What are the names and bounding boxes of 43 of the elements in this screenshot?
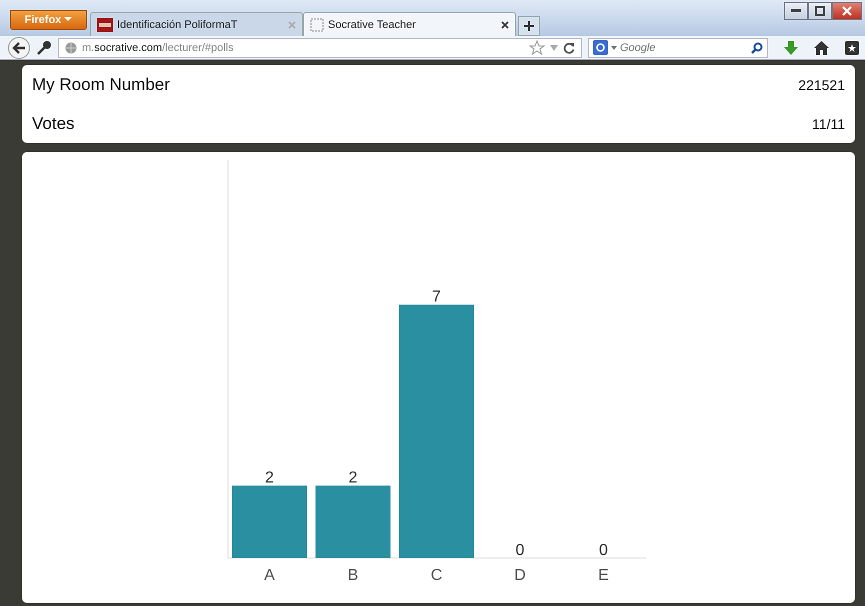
site-favicon bbox=[97, 18, 113, 32]
star-icon[interactable] bbox=[529, 40, 545, 56]
close-icon bbox=[842, 6, 852, 16]
room-number: 221521 bbox=[798, 76, 845, 92]
bookmarks-icon[interactable] bbox=[845, 40, 859, 55]
reload-icon[interactable] bbox=[563, 42, 575, 54]
votes-label: Votes bbox=[32, 114, 75, 134]
category-label: B bbox=[348, 567, 358, 584]
browser-tab[interactable]: Identificación PoliformaT bbox=[90, 12, 303, 36]
tab-title: Identificación PoliformaT bbox=[117, 18, 238, 31]
search-engine-icon bbox=[593, 40, 608, 56]
address-bar[interactable]: m.socrative.com/lecturer/#polls bbox=[58, 38, 582, 58]
minimize-button[interactable] bbox=[784, 2, 808, 20]
minimize-icon bbox=[791, 9, 801, 13]
page-icon bbox=[310, 18, 324, 32]
globe-icon bbox=[65, 42, 77, 54]
votes-count: 11/11 bbox=[812, 116, 845, 132]
category-label: A bbox=[264, 567, 275, 584]
category-label: C bbox=[430, 567, 442, 584]
dropdown-icon bbox=[611, 46, 617, 50]
new-tab-button[interactable] bbox=[518, 16, 540, 36]
maximize-icon bbox=[815, 6, 825, 16]
download-icon[interactable] bbox=[784, 40, 798, 55]
search-field[interactable]: Google bbox=[588, 38, 768, 58]
category-label: E bbox=[598, 567, 609, 584]
search-icon[interactable] bbox=[751, 42, 763, 54]
maximize-button[interactable] bbox=[808, 2, 832, 20]
tab-title: Socrative Teacher bbox=[328, 18, 417, 31]
home-icon[interactable] bbox=[814, 40, 829, 55]
data-label: 7 bbox=[432, 288, 441, 306]
back-button[interactable] bbox=[8, 36, 30, 59]
data-label: 2 bbox=[265, 470, 274, 487]
key-icon[interactable] bbox=[36, 40, 52, 56]
data-label: 2 bbox=[348, 470, 358, 487]
data-label: 0 bbox=[516, 542, 524, 559]
browser-tab[interactable]: Socrative Teacher bbox=[303, 12, 516, 36]
close-window-button[interactable] bbox=[832, 2, 862, 20]
plus-icon bbox=[524, 21, 534, 32]
room-label: My Room Number bbox=[32, 74, 170, 94]
back-arrow-icon bbox=[12, 42, 26, 54]
data-label: 0 bbox=[599, 542, 608, 559]
category-label: D bbox=[514, 567, 526, 584]
close-icon[interactable] bbox=[501, 20, 509, 29]
